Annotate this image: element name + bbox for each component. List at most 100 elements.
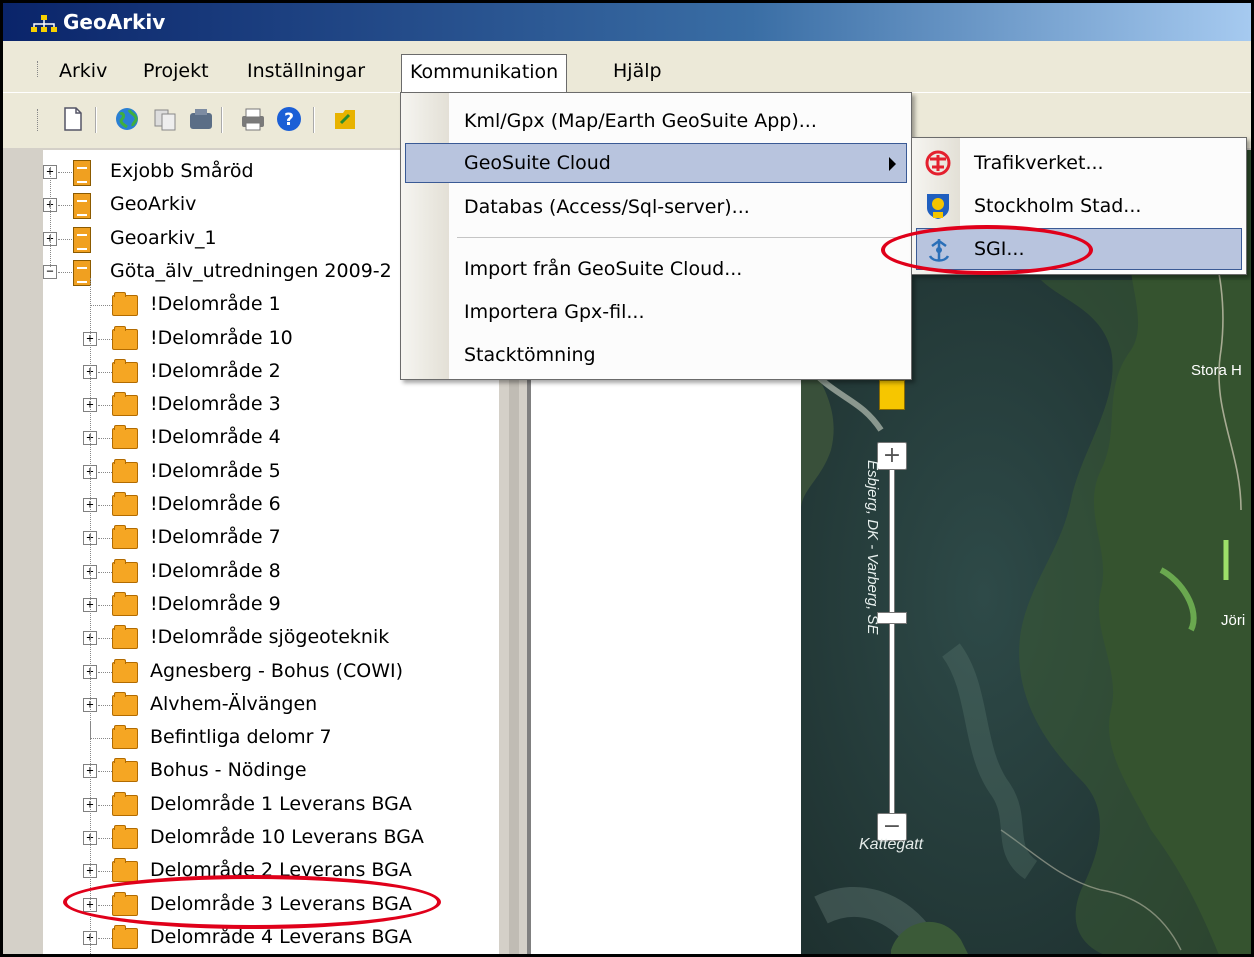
folder-icon: [112, 758, 138, 783]
globe-icon[interactable]: [113, 105, 141, 133]
folder-icon: [112, 458, 138, 483]
tree-connector: [98, 571, 112, 573]
new-document-icon[interactable]: [59, 105, 87, 133]
window-title: GeoArkiv: [63, 10, 166, 34]
tree-connector: [90, 738, 112, 740]
tree-connector: [58, 205, 72, 207]
tree-connector: [90, 305, 112, 307]
menu-separator: [457, 237, 905, 238]
map-label-kattegatt: Kattegatt: [859, 836, 924, 853]
kommunikation-dropdown: Kml/Gpx (Map/Earth GeoSuite App)... GeoS…: [400, 92, 912, 380]
tree-item-label: !Delområde 3: [150, 393, 281, 416]
tree-item-label: !Delområde 2: [150, 359, 281, 382]
menu-item-databas[interactable]: Databas (Access/Sql-server)...: [405, 187, 907, 227]
database-icon: [73, 160, 91, 186]
tree-item-label: Exjobb Småröd: [110, 160, 254, 182]
zoom-in-button[interactable]: +: [877, 442, 907, 470]
tree-item-label: !Delområde 5: [150, 459, 281, 482]
menu-item-stacktomning[interactable]: Stacktömning: [405, 335, 907, 375]
tree-folder-row[interactable]: + !Delområde 4: [43, 422, 498, 455]
tree-folder-row[interactable]: Befintliga delomr 7: [43, 722, 498, 755]
print-icon[interactable]: [239, 105, 267, 133]
tree-item-label: Delområde 10 Leverans BGA: [150, 826, 424, 848]
menubar-grip[interactable]: [37, 61, 40, 77]
toolbar-grip[interactable]: [37, 109, 40, 131]
tree-item-label: !Delområde 7: [150, 526, 281, 549]
menu-item-geosuite-cloud[interactable]: GeoSuite Cloud: [405, 143, 907, 183]
export-icon[interactable]: [331, 105, 359, 133]
annotation-circle-delomrade-3: [63, 875, 441, 929]
menu-item-importera-gpx[interactable]: Importera Gpx-fil...: [405, 292, 907, 332]
folder-icon: [112, 858, 138, 883]
tree-connector: [98, 538, 112, 540]
tree-connector: [98, 838, 112, 839]
tree-connector: [98, 871, 112, 873]
zoom-slider-handle[interactable]: [877, 612, 907, 624]
annotation-circle-sgi: [881, 225, 1093, 275]
folder-icon: [112, 325, 138, 350]
title-bar: GeoArkiv: [3, 3, 1251, 41]
tree-connector: [90, 278, 91, 954]
tree-folder-row[interactable]: + Agnesberg - Bohus (COWI): [43, 656, 498, 689]
tree-connector: [98, 438, 112, 440]
database-icon: [73, 193, 91, 220]
zoom-slider-track[interactable]: [889, 442, 895, 822]
folder-icon: [112, 725, 138, 750]
database-icon[interactable]: [187, 105, 215, 133]
tree-folder-row[interactable]: + !Delområde 8: [43, 556, 498, 589]
tree-connector: [98, 338, 112, 340]
tree-item-label: !Delområde 6: [150, 493, 281, 515]
help-icon[interactable]: ?: [275, 105, 303, 133]
copy-icon[interactable]: [151, 105, 179, 133]
tree-item-label: Delområde 4 Leverans BGA: [150, 925, 412, 948]
tree-folder-row[interactable]: + Bohus - Nödinge: [43, 755, 498, 788]
tree-connector: [98, 405, 112, 407]
menu-item-kml-gpx[interactable]: Kml/Gpx (Map/Earth GeoSuite App)...: [405, 101, 907, 141]
submenu-item-trafikverket[interactable]: Trafikverket...: [916, 142, 1242, 184]
tree-folder-row[interactable]: + Delområde 1 Leverans BGA: [43, 789, 498, 822]
tree-connector: [98, 371, 112, 373]
submenu-item-stockholm-label: Stockholm Stad...: [974, 195, 1142, 217]
menu-projekt[interactable]: Projekt: [137, 54, 215, 90]
tree-item-label: Agnesberg - Bohus (COWI): [150, 659, 404, 682]
tree-folder-row[interactable]: + !Delområde 9: [43, 589, 498, 622]
app-window: GeoArkiv Arkiv Projekt Inställningar Kom…: [0, 0, 1254, 957]
menu-hjalp[interactable]: Hjälp: [607, 54, 668, 90]
tree-connector: [98, 804, 112, 806]
map-label-stora: Stora H: [1191, 362, 1242, 379]
tree-folder-row[interactable]: + !Delområde 3: [43, 389, 498, 422]
tree-folder-row[interactable]: + Alvhem-Älvängen: [43, 689, 498, 722]
app-icon: [31, 15, 57, 32]
folder-icon: [112, 658, 138, 683]
submenu-item-trafikverket-label: Trafikverket...: [974, 152, 1104, 174]
database-icon: [73, 259, 91, 286]
tree-item-label: Göta_älv_utredningen 2009-2: [110, 259, 392, 282]
tree-connector: [98, 704, 112, 706]
database-icon: [73, 226, 91, 253]
menu-installningar[interactable]: Inställningar: [241, 54, 371, 90]
tree-item-label: Delområde 1 Leverans BGA: [150, 792, 412, 815]
tree-folder-row[interactable]: + !Delområde 6: [43, 489, 498, 522]
toolbar-separator: [221, 107, 223, 133]
folder-icon: [112, 392, 138, 417]
menu-item-import-cloud[interactable]: Import från GeoSuite Cloud...: [405, 249, 907, 289]
tree-connector: [98, 638, 112, 640]
tree-connector: [58, 271, 72, 273]
tree-folder-row[interactable]: + !Delområde 7: [43, 522, 498, 555]
folder-icon: [112, 492, 138, 516]
tree-item-label: !Delområde 10: [150, 326, 293, 349]
stockholm-crest-icon: [927, 194, 949, 219]
submenu-item-stockholm[interactable]: Stockholm Stad...: [916, 185, 1242, 227]
menu-arkiv[interactable]: Arkiv: [53, 54, 113, 90]
tree-item-label: !Delområde sjögeoteknik: [150, 626, 390, 649]
menu-kommunikation[interactable]: Kommunikation: [401, 54, 568, 92]
tree-folder-row[interactable]: + !Delområde 5: [43, 456, 498, 489]
tree-folder-row[interactable]: + !Delområde sjögeoteknik: [43, 622, 498, 655]
tree-connector: [98, 771, 112, 773]
tree-connector: [98, 471, 112, 473]
tree-item-label: Befintliga delomr 7: [150, 726, 332, 749]
street-view-pegman-icon[interactable]: [879, 380, 905, 410]
map-label-jori: Jöri: [1221, 612, 1246, 629]
tree-folder-row[interactable]: + Delområde 10 Leverans BGA: [43, 822, 498, 855]
tree-connector: [98, 671, 112, 673]
